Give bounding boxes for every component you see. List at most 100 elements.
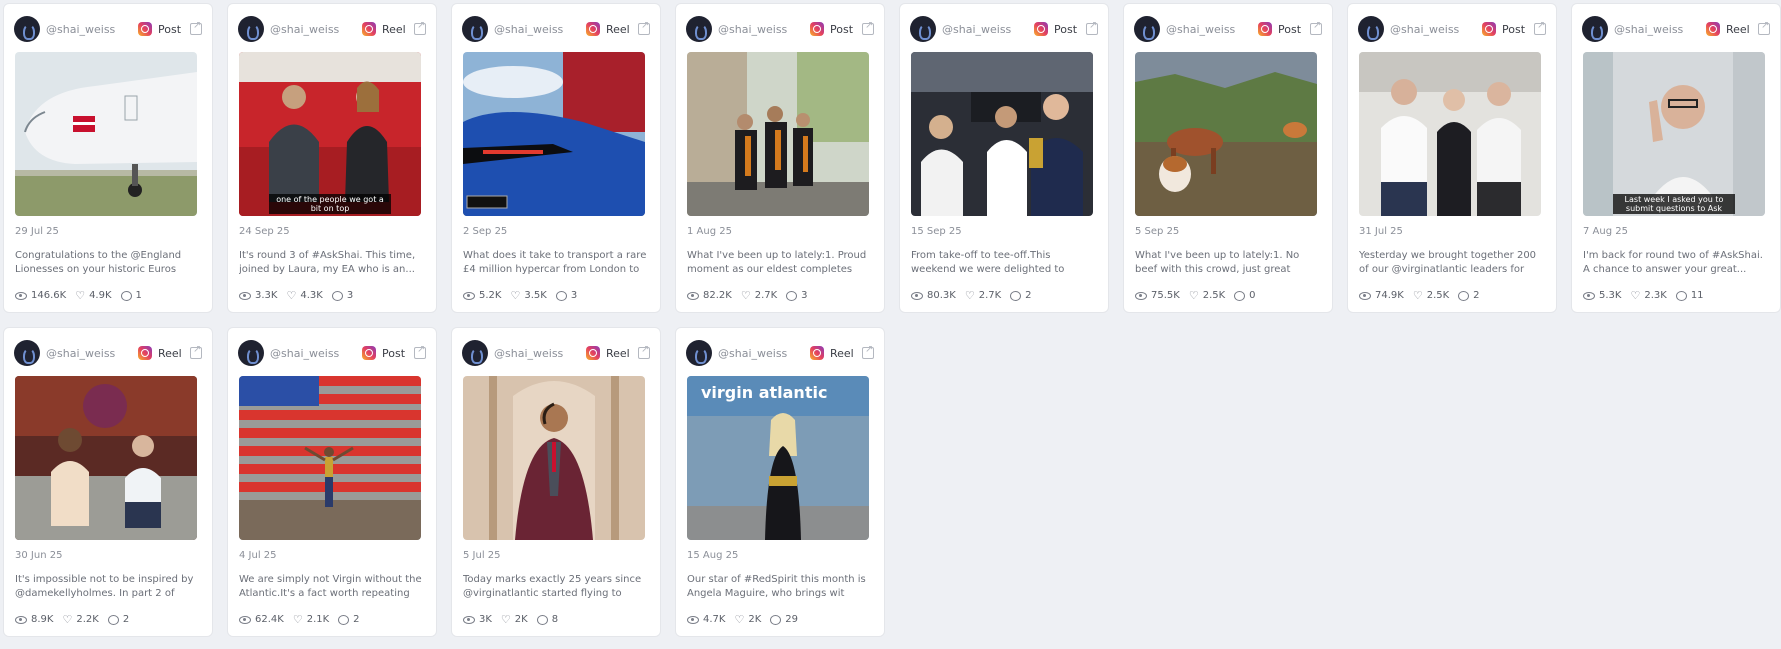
- likes-count: 2.5K: [1426, 290, 1450, 301]
- avatar[interactable]: [462, 340, 488, 366]
- account-handle[interactable]: @shai_weiss: [1614, 23, 1683, 36]
- post-card[interactable]: @shai_weiss Post 1 Aug 25 What I've been…: [675, 3, 885, 313]
- views-stat: 62.4K: [239, 614, 284, 625]
- post-header: @shai_weiss Post: [238, 340, 426, 366]
- external-link-icon[interactable]: [862, 20, 874, 35]
- likes-count: 2.2K: [76, 614, 99, 625]
- views-stat: 3.3K: [239, 290, 277, 301]
- heart-icon: ♡: [510, 289, 521, 302]
- external-link-icon[interactable]: [1758, 20, 1770, 35]
- likes-stat: ♡ 2K: [734, 614, 761, 625]
- external-link-icon[interactable]: [1086, 20, 1098, 35]
- instagram-icon: [810, 346, 824, 360]
- account-handle[interactable]: @shai_weiss: [942, 23, 1011, 36]
- post-thumbnail[interactable]: one of the people we got a bit on top: [239, 52, 421, 216]
- comments-stat: 3: [331, 290, 353, 301]
- views-count: 8.9K: [31, 614, 54, 625]
- comment-icon: [555, 290, 567, 301]
- post-thumbnail[interactable]: virgin atlantic: [687, 376, 869, 540]
- instagram-icon: [1258, 22, 1272, 36]
- views-stat: 80.3K: [911, 290, 956, 301]
- post-thumbnail[interactable]: [463, 52, 645, 216]
- post-thumbnail[interactable]: [911, 52, 1093, 216]
- post-card[interactable]: @shai_weiss Post 15 Sep 25 From take-off…: [899, 3, 1109, 313]
- heart-icon: ♡: [1412, 289, 1423, 302]
- likes-stat: ♡ 2K: [501, 614, 528, 625]
- avatar[interactable]: [14, 16, 40, 42]
- account-handle[interactable]: @shai_weiss: [494, 23, 563, 36]
- post-thumbnail[interactable]: [463, 376, 645, 540]
- post-thumbnail[interactable]: [239, 376, 421, 540]
- account-handle[interactable]: @shai_weiss: [718, 347, 787, 360]
- post-stats: 3.3K ♡ 4.3K 3: [239, 290, 362, 301]
- post-thumbnail[interactable]: Last week I asked you to submit question…: [1583, 52, 1765, 216]
- post-card[interactable]: @shai_weiss Reel one of the people we go…: [227, 3, 437, 313]
- likes-count: 2K: [748, 614, 762, 625]
- eye-icon: [911, 291, 923, 300]
- avatar[interactable]: [238, 340, 264, 366]
- post-stats: 80.3K ♡ 2.7K 2: [911, 290, 1041, 301]
- views-count: 5.2K: [479, 290, 502, 301]
- post-card[interactable]: @shai_weiss Reel 30 Jun 25 It's impossib…: [3, 327, 213, 637]
- likes-stat: ♡ 2.5K: [1189, 290, 1225, 301]
- account-handle[interactable]: @shai_weiss: [1390, 23, 1459, 36]
- views-stat: 3K: [463, 614, 492, 625]
- post-card[interactable]: @shai_weiss Post 4 Jul 25 We are simply …: [227, 327, 437, 637]
- post-header: @shai_weiss Reel: [462, 16, 650, 42]
- views-count: 146.6K: [31, 290, 67, 301]
- avatar[interactable]: [1358, 16, 1384, 42]
- avatar[interactable]: [1582, 16, 1608, 42]
- external-link-icon[interactable]: [862, 344, 874, 359]
- post-caption: What does it take to transport a rare £4…: [463, 250, 647, 275]
- external-link-icon[interactable]: [638, 20, 650, 35]
- post-date: 2 Sep 25: [463, 226, 508, 237]
- post-card[interactable]: @shai_weiss Post 5 Sep 25 What I've been…: [1123, 3, 1333, 313]
- likes-count: 4.9K: [89, 290, 112, 301]
- comments-count: 2: [122, 614, 130, 625]
- post-thumbnail[interactable]: [1359, 52, 1541, 216]
- external-link-icon[interactable]: [190, 20, 202, 35]
- video-subtitle: one of the people we got a bit on top: [269, 194, 391, 214]
- avatar[interactable]: [910, 16, 936, 42]
- post-stats: 5.3K ♡ 2.3K 11: [1583, 290, 1713, 301]
- external-link-icon[interactable]: [1310, 20, 1322, 35]
- post-thumbnail[interactable]: [1135, 52, 1317, 216]
- account-handle[interactable]: @shai_weiss: [270, 347, 339, 360]
- avatar[interactable]: [462, 16, 488, 42]
- likes-count: 2.7K: [978, 290, 1002, 301]
- views-count: 62.4K: [255, 614, 284, 625]
- post-card[interactable]: @shai_weiss Post 31 Jul 25 Yesterday we …: [1347, 3, 1557, 313]
- views-stat: 5.3K: [1583, 290, 1621, 301]
- account-handle[interactable]: @shai_weiss: [46, 23, 115, 36]
- comments-count: 29: [785, 614, 798, 625]
- avatar[interactable]: [1134, 16, 1160, 42]
- post-card[interactable]: @shai_weiss Reel 2 Sep 25 What does it t…: [451, 3, 661, 313]
- account-handle[interactable]: @shai_weiss: [270, 23, 339, 36]
- post-thumbnail[interactable]: [687, 52, 869, 216]
- post-thumbnail[interactable]: [15, 52, 197, 216]
- post-stats: 74.9K ♡ 2.5K 2: [1359, 290, 1489, 301]
- post-caption: Our star of #RedSpirit this month is Ang…: [687, 574, 866, 599]
- external-link-icon[interactable]: [190, 344, 202, 359]
- avatar[interactable]: [686, 340, 712, 366]
- external-link-icon[interactable]: [414, 344, 426, 359]
- account-handle[interactable]: @shai_weiss: [718, 23, 787, 36]
- post-card[interactable]: @shai_weiss Reel 5 Jul 25 Today marks ex…: [451, 327, 661, 637]
- external-link-icon[interactable]: [414, 20, 426, 35]
- account-handle[interactable]: @shai_weiss: [1166, 23, 1235, 36]
- account-handle[interactable]: @shai_weiss: [494, 347, 563, 360]
- post-card[interactable]: @shai_weiss Post 29 Jul 25 Congratulatio…: [3, 3, 213, 313]
- post-thumbnail[interactable]: [15, 376, 197, 540]
- avatar[interactable]: [686, 16, 712, 42]
- instagram-icon: [1482, 22, 1496, 36]
- comments-stat: 29: [770, 614, 798, 625]
- account-handle[interactable]: @shai_weiss: [46, 347, 115, 360]
- likes-stat: ♡ 4.9K: [75, 290, 111, 301]
- external-link-icon[interactable]: [1534, 20, 1546, 35]
- post-card[interactable]: @shai_weiss Reel virgin atlantic 15 Aug …: [675, 327, 885, 637]
- external-link-icon[interactable]: [638, 344, 650, 359]
- post-card[interactable]: @shai_weiss Reel Last week I asked you t…: [1571, 3, 1781, 313]
- avatar[interactable]: [14, 340, 40, 366]
- avatar[interactable]: [238, 16, 264, 42]
- eye-icon: [1583, 291, 1595, 300]
